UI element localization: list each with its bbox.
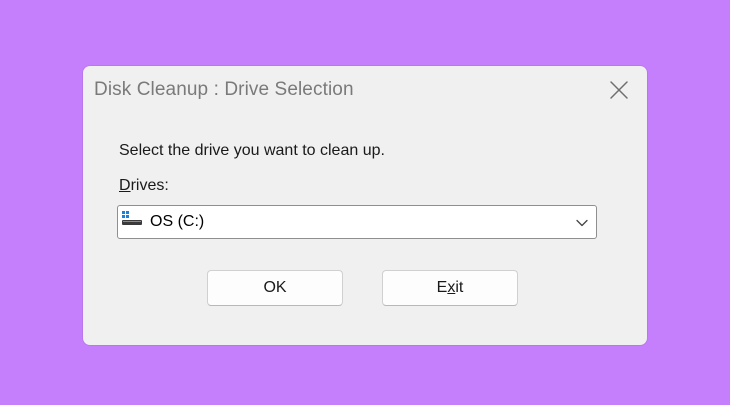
instruction-text: Select the drive you want to clean up. xyxy=(119,142,385,159)
exit-label-before: E xyxy=(436,279,448,296)
drives-label: Drives: xyxy=(119,177,169,195)
drives-label-rest: rives: xyxy=(130,177,169,194)
exit-label-after: it xyxy=(455,279,464,296)
dialog-title: Disk Cleanup : Drive Selection xyxy=(94,79,354,100)
drive-select[interactable]: OS (C:) xyxy=(117,205,597,239)
selected-drive: OS (C:) xyxy=(150,213,205,230)
chevron-down-icon xyxy=(576,219,588,227)
drive-icon xyxy=(122,211,142,225)
title-bar: Disk Cleanup : Drive Selection xyxy=(83,66,647,114)
drive-selection-dialog: Disk Cleanup : Drive Selection Select th… xyxy=(83,66,647,345)
exit-button[interactable]: Exit xyxy=(382,270,518,306)
drives-label-mnemonic: D xyxy=(119,177,131,194)
close-icon xyxy=(610,81,628,99)
close-button[interactable] xyxy=(607,78,631,102)
ok-button[interactable]: OK xyxy=(207,270,343,306)
